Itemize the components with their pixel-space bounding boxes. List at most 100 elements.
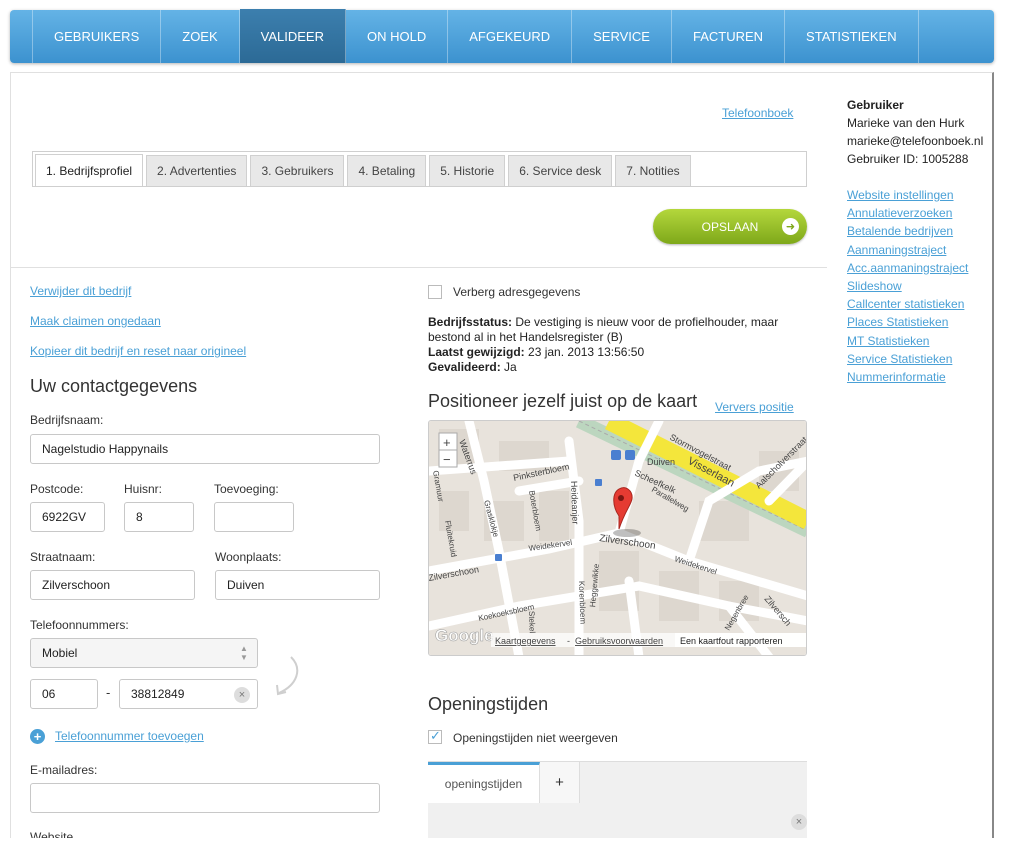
sidebar-link-acc-aanmaningstraject[interactable]: Acc.aanmaningstraject — [847, 259, 992, 277]
zoom-in-button[interactable]: + — [443, 435, 451, 450]
sidebar-link-mt-statistieken[interactable]: MT Statistieken — [847, 332, 992, 350]
map-label-heideanjer: Heideanjer — [569, 481, 581, 525]
user-sidebar: Gebruiker Marieke van den Hurk marieke@t… — [847, 97, 992, 386]
phone-separator: - — [106, 685, 111, 700]
arrow-right-icon: ➜ — [782, 218, 799, 235]
tab-notities[interactable]: 7. Notities — [615, 155, 691, 186]
bus-stop-icon — [625, 450, 635, 460]
copy-reset-link[interactable]: Kopieer dit bedrijf en reset naar origin… — [30, 344, 246, 358]
toevoeging-input[interactable] — [214, 502, 294, 532]
hide-address-label: Verberg adresgegevens — [453, 285, 581, 299]
toevoeging-label: Toevoeging: — [214, 482, 279, 496]
map-report-link[interactable]: Een kaartfout rapporteren — [680, 636, 783, 646]
close-icon[interactable]: × — [791, 814, 807, 830]
tab-service-desk[interactable]: 6. Service desk — [508, 155, 613, 186]
main-panel: Telefoonboek 1. Bedrijfsprofiel 2. Adver… — [10, 72, 994, 838]
hide-hours-checkbox[interactable] — [428, 728, 442, 744]
sidebar-link-service-statistieken[interactable]: Service Statistieken — [847, 350, 992, 368]
refresh-position-link[interactable]: Ververs positie — [715, 400, 794, 414]
tab-gebruikers[interactable]: 3. Gebruikers — [250, 155, 345, 186]
nav-on-hold[interactable]: ON HOLD — [346, 10, 449, 63]
email-input[interactable] — [30, 783, 380, 813]
tab-bedrijfsprofiel[interactable]: 1. Bedrijfsprofiel — [35, 154, 144, 186]
google-logo: Google — [435, 626, 494, 645]
modified-value: 23 jan. 2013 13:56:50 — [528, 345, 645, 359]
save-button[interactable]: OPSLAAN ➜ — [653, 209, 807, 244]
bedrijfsnaam-label: Bedrijfsnaam: — [30, 413, 104, 427]
add-hours-tab-button[interactable]: + — [540, 762, 580, 803]
telefoonboek-link[interactable]: Telefoonboek — [722, 106, 793, 120]
nav-statistieken[interactable]: STATISTIEKEN — [785, 10, 919, 63]
nav-zoek[interactable]: ZOEK — [161, 10, 240, 63]
user-title: Gebruiker — [847, 98, 904, 112]
validated-value: Ja — [504, 360, 517, 374]
hours-title: Openingstijden — [428, 694, 549, 714]
zoom-out-button[interactable]: − — [443, 452, 451, 467]
straatnaam-input[interactable]: Zilverschoon — [30, 570, 195, 600]
status-label: Bedrijfsstatus: — [428, 315, 513, 329]
phone-number-value: 38812849 — [131, 687, 185, 701]
sidebar-link-annulatieverzoeken[interactable]: Annulatieverzoeken — [847, 204, 992, 222]
add-phone-link[interactable]: Telefoonnummer toevoegen — [55, 729, 204, 743]
postcode-input[interactable]: 6922GV — [30, 502, 105, 532]
add-circle-icon[interactable]: + — [30, 729, 45, 744]
postcode-label: Postcode: — [30, 482, 84, 496]
sidebar-link-nummerinformatie[interactable]: Nummerinformatie — [847, 368, 992, 386]
user-name: Marieke van den Hurk — [847, 116, 965, 130]
map-data-link[interactable]: Kaartgegevens — [495, 636, 556, 646]
save-button-label: OPSLAAN — [701, 219, 759, 234]
map-footer-separator: - — [567, 636, 570, 646]
status-block: Bedrijfsstatus: De vestiging is nieuw vo… — [428, 315, 798, 375]
clear-icon[interactable]: × — [234, 687, 250, 703]
map-title: Positioneer jezelf juist op de kaart — [428, 391, 698, 411]
sidebar-link-slideshow[interactable]: Slideshow — [847, 277, 992, 295]
top-navigation: GEBRUIKERS ZOEK VALIDEER ON HOLD AFGEKEU… — [10, 9, 994, 63]
phone-number-input[interactable]: 38812849 × — [119, 679, 258, 709]
train-station-icon — [611, 450, 621, 460]
sidebar-link-betalende-bedrijven[interactable]: Betalende bedrijven — [847, 222, 992, 240]
sidebar-link-callcenter-statistieken[interactable]: Callcenter statistieken — [847, 295, 992, 313]
tab-betaling[interactable]: 4. Betaling — [347, 155, 427, 186]
tab-openingstijden[interactable]: openingstijden — [428, 762, 540, 803]
bus-stop-icon — [595, 479, 602, 486]
map[interactable]: Scheefkelk Parallelweg Stormvogelstraat … — [428, 420, 807, 656]
bedrijfsnaam-input[interactable]: Nagelstudio Happynails — [30, 434, 380, 464]
sidebar-links: Website instellingen Annulatieverzoeken … — [847, 186, 992, 386]
delete-company-link[interactable]: Verwijder dit bedrijf — [30, 284, 131, 298]
sidebar-link-aanmaningstraject[interactable]: Aanmaningstraject — [847, 241, 992, 259]
phone-prefix-input[interactable]: 06 — [30, 679, 98, 709]
updown-icon: ▲ ▼ — [240, 644, 248, 662]
map-terms-link[interactable]: Gebruiksvoorwaarden — [575, 636, 663, 646]
nav-valideer[interactable]: VALIDEER — [239, 9, 346, 63]
woonplaats-label: Woonplaats: — [215, 550, 282, 564]
sidebar-link-places-statistieken[interactable]: Places Statistieken — [847, 313, 992, 331]
huisnr-label: Huisnr: — [124, 482, 163, 496]
nav-afgekeurd[interactable]: AFGEKEURD — [448, 10, 573, 63]
profile-tabs: 1. Bedrijfsprofiel 2. Advertenties 3. Ge… — [32, 151, 807, 187]
phone-type-value: Mobiel — [42, 646, 78, 660]
bus-stop-icon — [495, 554, 502, 561]
user-email: marieke@telefoonboek.nl — [847, 134, 984, 148]
map-label-korenbloem: Korenbloem — [577, 581, 588, 625]
user-id: Gebruiker ID: 1005288 — [847, 152, 969, 166]
woonplaats-input[interactable]: Duiven — [215, 570, 380, 600]
map-label-duiven: Duiven — [647, 457, 675, 467]
curved-arrow-icon — [276, 656, 299, 696]
nav-facturen[interactable]: FACTUREN — [672, 10, 786, 63]
hide-hours-label: Openingstijden niet weergeven — [453, 731, 618, 745]
website-label: Website — [30, 830, 74, 838]
sidebar-link-website-instellingen[interactable]: Website instellingen — [847, 186, 992, 204]
email-label: E-mailadres: — [30, 763, 98, 777]
straatnaam-label: Straatnaam: — [30, 550, 96, 564]
map-label-stekel: Stekel — [527, 611, 537, 634]
huisnr-input[interactable]: 8 — [124, 502, 194, 532]
tab-historie[interactable]: 5. Historie — [429, 155, 506, 186]
hide-address-checkbox[interactable] — [428, 285, 442, 299]
hours-tabs: openingstijden + × — [428, 761, 807, 838]
tab-advertenties[interactable]: 2. Advertenties — [146, 155, 248, 186]
phone-type-select[interactable]: Mobiel ▲ ▼ — [30, 638, 258, 668]
modified-label: Laatst gewijzigd: — [428, 345, 525, 359]
nav-gebruikers[interactable]: GEBRUIKERS — [32, 10, 162, 63]
undo-claim-link[interactable]: Maak claimen ongedaan — [30, 314, 161, 328]
nav-service[interactable]: SERVICE — [572, 10, 672, 63]
